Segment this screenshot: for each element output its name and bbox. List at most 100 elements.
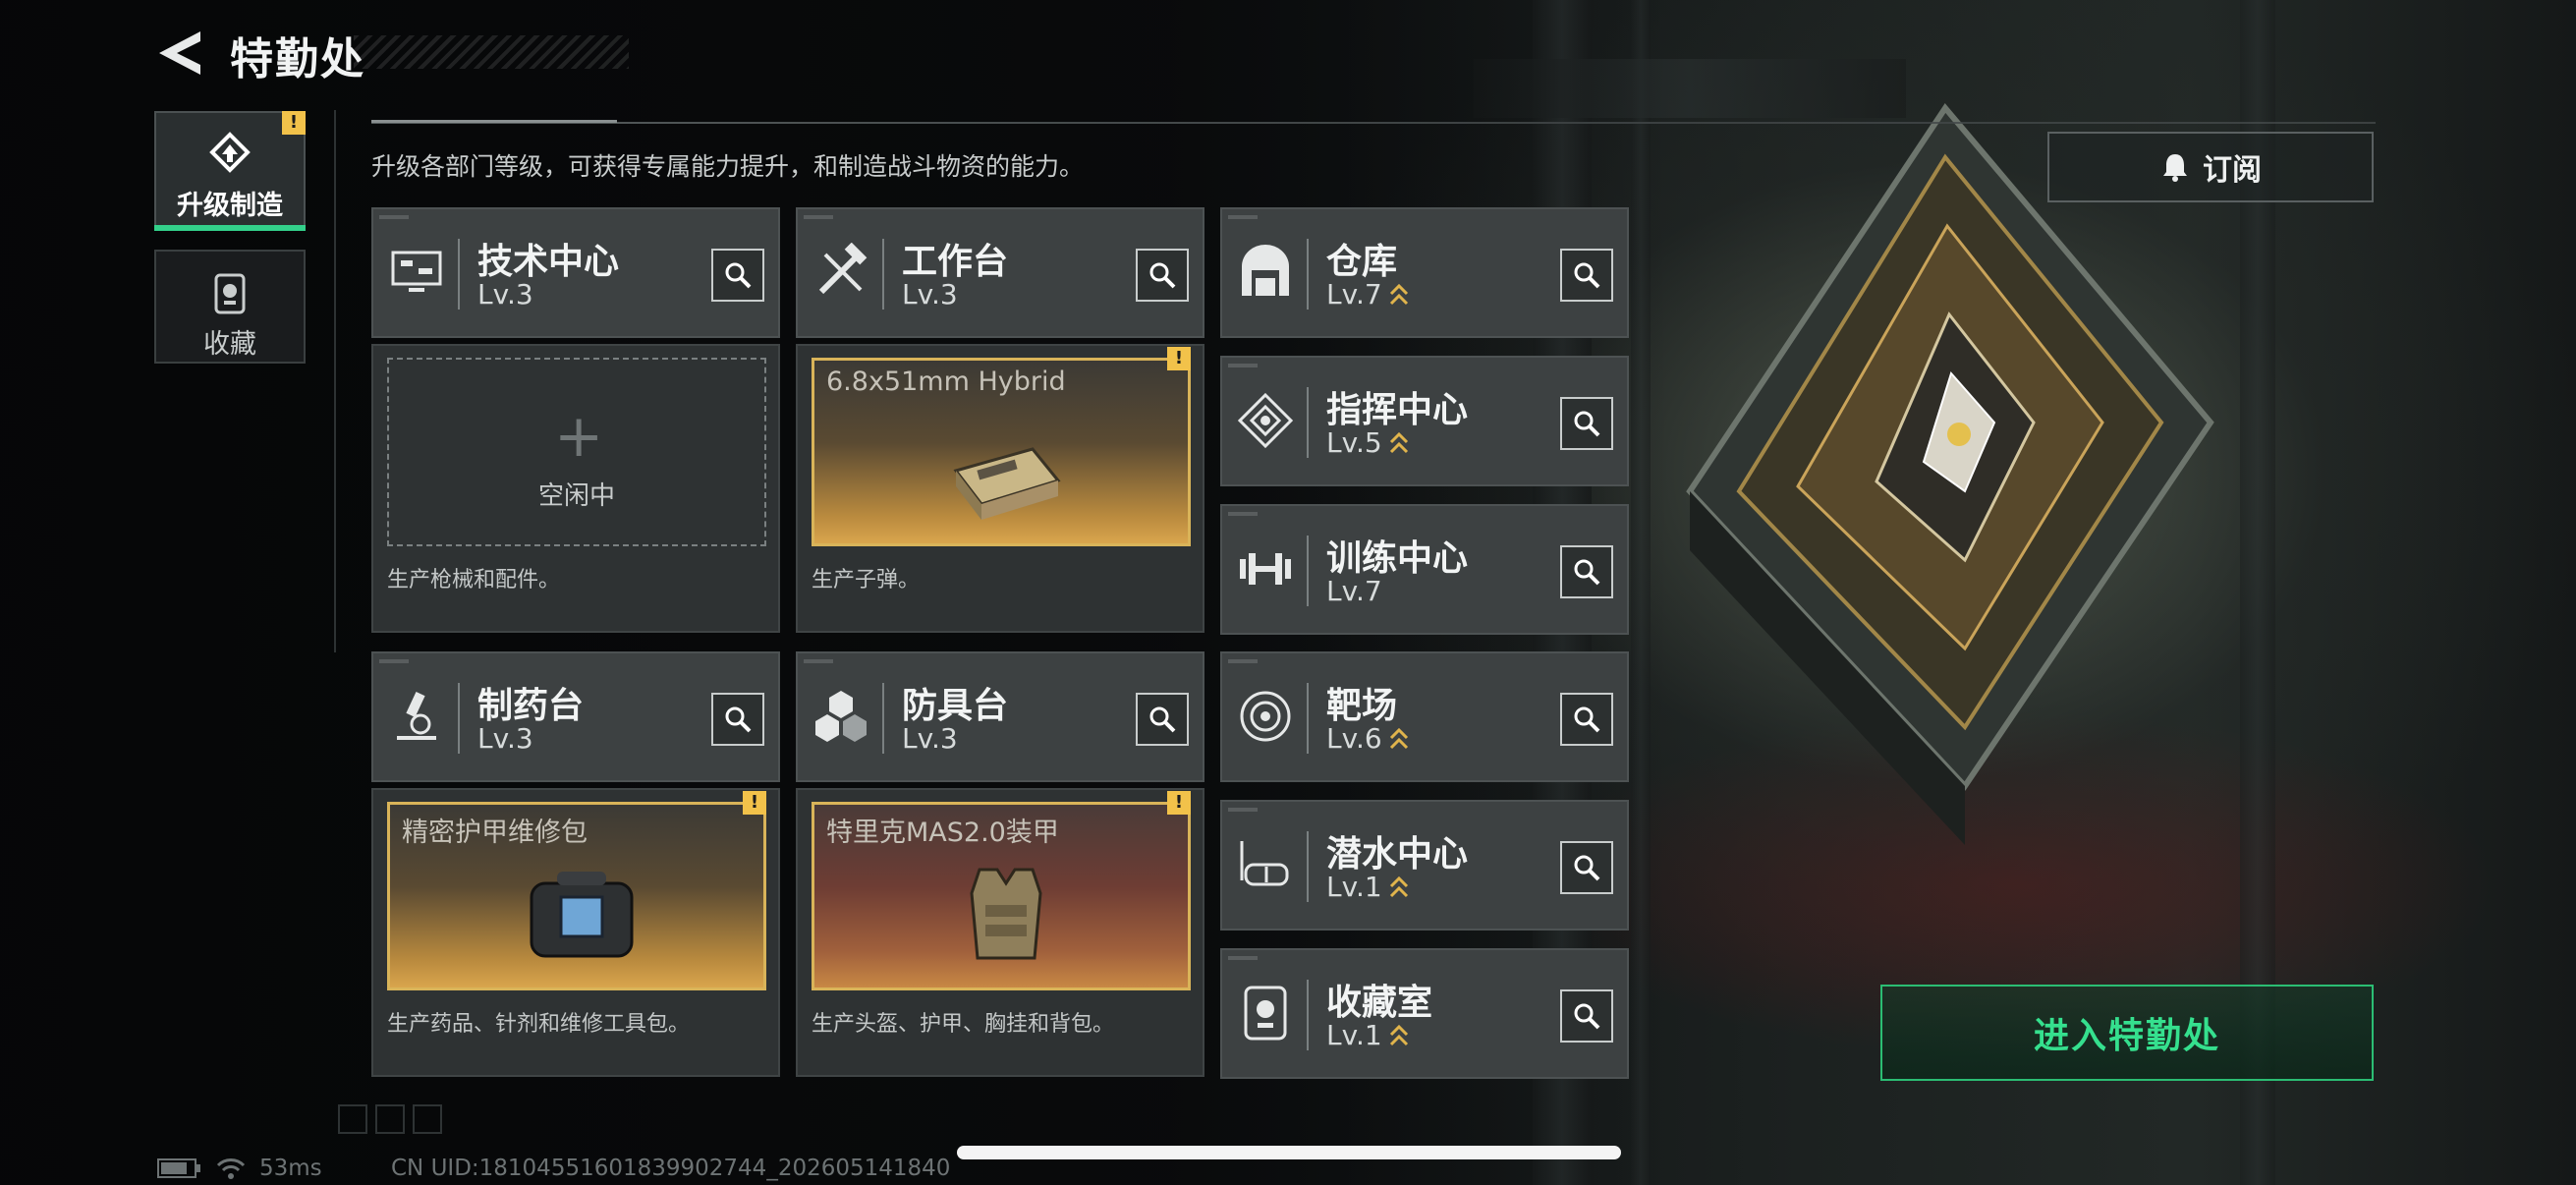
- warning-badge: !: [743, 791, 766, 815]
- cubes-icon: [815, 691, 867, 742]
- production-panel-pharmacy[interactable]: 精密护甲维修包 ! 生产药品、针剂和维修工具包。: [371, 788, 780, 1077]
- dumbbell-icon: [1240, 553, 1291, 585]
- search-button[interactable]: [1560, 397, 1613, 450]
- upgrade-available-icon: [1389, 1024, 1408, 1045]
- upgrade-available-icon: [1389, 431, 1408, 453]
- body-armor-image: [970, 868, 1042, 960]
- item-name: 特里克MAS2.0装甲: [826, 818, 1059, 848]
- building-card-command-center[interactable]: 指挥中心 Lv.5: [1220, 356, 1629, 486]
- building-level: Lv.1: [1326, 1019, 1382, 1051]
- warning-badge: !: [1167, 791, 1191, 815]
- building-level: Lv.7: [1326, 575, 1382, 607]
- production-description: 生产药品、针剂和维修工具包。: [387, 1012, 691, 1037]
- battery-icon: [157, 1158, 200, 1178]
- idle-status: 空闲中: [537, 481, 615, 511]
- building-card-warehouse[interactable]: 仓库 Lv.7: [1220, 207, 1629, 338]
- ammo-box-image: [953, 447, 1061, 520]
- upgrade-available-icon: [1389, 875, 1408, 897]
- production-panel-workbench[interactable]: 6.8x51mm Hybrid ! 生产子弹。: [796, 344, 1204, 633]
- building-card-armor[interactable]: 防具台 Lv.3: [796, 651, 1204, 782]
- building-card-workbench[interactable]: 工作台 Lv.3: [796, 207, 1204, 338]
- production-panel-tech-center[interactable]: + 空闲中 生产枪械和配件。: [371, 344, 780, 633]
- subscribe-button[interactable]: 订阅: [2047, 132, 2374, 202]
- title-decoration: [354, 35, 629, 69]
- trophy-case-icon: [214, 273, 246, 314]
- command-icon: [1237, 392, 1294, 449]
- tab-collection[interactable]: 收藏: [154, 250, 306, 364]
- production-description: 生产头盔、护甲、胸挂和背包。: [812, 1012, 1115, 1037]
- building-name: 收藏室: [1326, 983, 1433, 1023]
- status-bar: 53ms: [157, 1156, 322, 1181]
- building-card-pharmacy[interactable]: 制药台 Lv.3: [371, 651, 780, 782]
- tab-label: 升级制造: [177, 191, 283, 221]
- building-level: Lv.3: [477, 722, 533, 755]
- search-icon: [1574, 855, 1600, 881]
- divider: [371, 120, 617, 123]
- subscribe-label: 订阅: [2203, 153, 2262, 188]
- building-name: 仓库: [1326, 242, 1398, 282]
- building-name: 制药台: [477, 686, 585, 726]
- building-name: 靶场: [1326, 686, 1398, 726]
- building-card-shooting-range[interactable]: 靶场 Lv.6: [1220, 651, 1629, 782]
- search-icon: [1149, 262, 1176, 289]
- building-card-collection-room[interactable]: 收藏室 Lv.1: [1220, 948, 1629, 1079]
- item-name: 6.8x51mm Hybrid: [826, 367, 1066, 397]
- production-slot-empty[interactable]: + 空闲中: [387, 358, 766, 546]
- search-button[interactable]: [1560, 989, 1613, 1043]
- garage-icon: [1242, 245, 1289, 296]
- repair-kit-image: [530, 872, 634, 958]
- search-button[interactable]: [1560, 545, 1613, 598]
- monitor-icon: [391, 251, 442, 292]
- building-card-tech-center[interactable]: 技术中心 Lv.3: [371, 207, 780, 338]
- building-level: Lv.3: [477, 278, 533, 310]
- warning-badge: !: [1167, 347, 1191, 370]
- building-level: Lv.5: [1326, 426, 1382, 459]
- production-panel-armor[interactable]: 特里克MAS2.0装甲 ! 生产头盔、护甲、胸挂和背包。: [796, 788, 1204, 1077]
- page-title: 特勤处: [230, 34, 365, 85]
- building-name: 技术中心: [477, 242, 620, 282]
- building-level: Lv.7: [1326, 278, 1382, 310]
- building-name: 潜水中心: [1326, 834, 1469, 875]
- facility-cube-image: [1670, 98, 2220, 845]
- upgrade-available-icon: [1389, 727, 1408, 749]
- decoration: [338, 1104, 442, 1134]
- divider: [371, 122, 2376, 124]
- search-button[interactable]: [1560, 249, 1613, 302]
- search-button[interactable]: [1560, 693, 1613, 746]
- divider: [334, 110, 336, 652]
- search-button[interactable]: [1560, 841, 1613, 894]
- production-slot[interactable]: 6.8x51mm Hybrid !: [812, 347, 1191, 546]
- search-icon: [725, 706, 752, 733]
- tab-upgrade-manufacture[interactable]: 升级制造 !: [154, 111, 306, 229]
- search-icon: [1574, 411, 1600, 437]
- building-card-training-center[interactable]: 训练中心 Lv.7: [1220, 504, 1629, 635]
- search-button[interactable]: [711, 693, 764, 746]
- building-level: Lv.3: [902, 278, 958, 310]
- active-tab-indicator: [154, 225, 306, 231]
- trophy-icon: [1244, 986, 1287, 1041]
- search-icon: [1574, 262, 1600, 289]
- search-button[interactable]: [711, 249, 764, 302]
- search-icon: [1574, 559, 1600, 586]
- tab-label: 收藏: [203, 329, 256, 360]
- production-description: 生产子弹。: [812, 568, 921, 592]
- back-arrow-icon[interactable]: [157, 29, 202, 77]
- plus-icon: +: [554, 402, 604, 471]
- building-card-diving-center[interactable]: 潜水中心 Lv.1: [1220, 800, 1629, 931]
- page-description: 升级各部门等级，可获得专属能力提升，和制造战斗物资的能力。: [371, 152, 1085, 181]
- home-indicator[interactable]: [957, 1146, 1621, 1159]
- warning-badge: !: [282, 111, 306, 135]
- upgrade-available-icon: [1389, 283, 1408, 305]
- search-icon: [1574, 706, 1600, 733]
- enter-special-ops-button[interactable]: 进入特勤处: [1880, 985, 2374, 1081]
- target-icon: [1240, 691, 1291, 742]
- building-name: 训练中心: [1326, 538, 1469, 579]
- production-slot[interactable]: 特里克MAS2.0装甲 !: [812, 791, 1191, 990]
- building-level: Lv.6: [1326, 722, 1382, 755]
- building-name: 指挥中心: [1326, 390, 1469, 430]
- search-button[interactable]: [1136, 693, 1189, 746]
- search-button[interactable]: [1136, 249, 1189, 302]
- building-name: 工作台: [902, 242, 1009, 282]
- production-slot[interactable]: 精密护甲维修包 !: [387, 791, 766, 990]
- tools-icon: [818, 243, 868, 295]
